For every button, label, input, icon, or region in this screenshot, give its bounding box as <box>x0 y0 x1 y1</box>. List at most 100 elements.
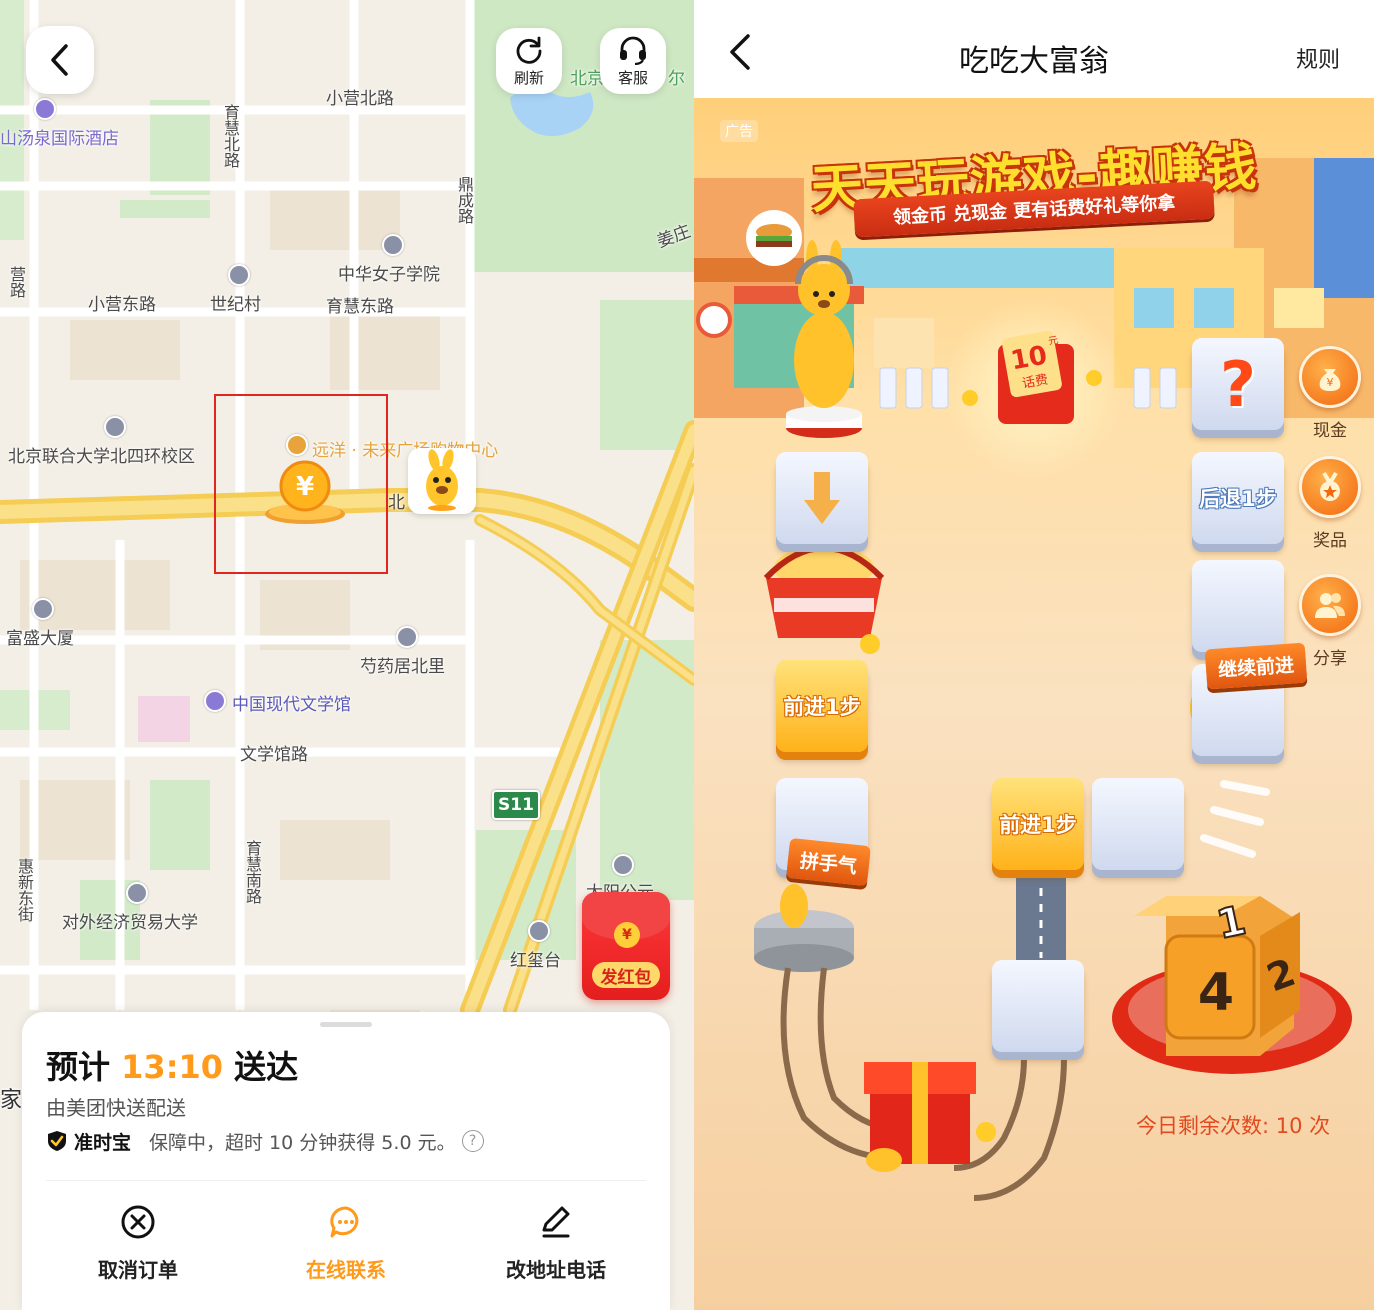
residential-poi-icon[interactable] <box>396 626 418 648</box>
order-status-sheet: 预计 13:10 送达 由美团快送配送 准时宝 保障中，超时 10 分钟获得 5… <box>22 1012 670 1310</box>
chat-bubble-icon <box>330 1206 359 1238</box>
map-label-xiaoying-east-road: 小营东路 <box>88 295 156 315</box>
edit-address-phone-label: 改地址电话 <box>506 1258 606 1282</box>
arrow-down-icon <box>804 472 840 524</box>
prize-amount: 10 <box>1009 341 1050 377</box>
yuan-icon: ¥ <box>614 922 640 948</box>
users-icon <box>1315 593 1345 618</box>
map-label-shijicun[interactable]: 世纪村 <box>210 290 261 315</box>
close-circle-icon <box>121 1205 155 1239</box>
headset-icon <box>620 36 646 65</box>
map-label-dingcheng-road: 鼎成路 <box>455 176 474 224</box>
map-label-yuhui-south-road: 育慧南路 <box>243 840 262 904</box>
refresh-icon <box>516 36 542 64</box>
museum-poi-icon[interactable] <box>204 690 226 712</box>
prize-label: 奖品 <box>1313 531 1347 551</box>
tile-question: ? <box>1192 338 1284 430</box>
forward-step-label: 前进1步 <box>999 813 1077 837</box>
on-time-guarantee: 准时宝 保障中，超时 10 分钟获得 5.0 元。 ? <box>46 1126 484 1156</box>
send-red-packet-button[interactable]: ¥ 发红包 <box>582 892 670 1000</box>
map-label-uibe[interactable]: 对外经济贸易大学 <box>62 908 198 933</box>
coin-symbol: ¥ <box>296 472 314 502</box>
tile-back-step: 后退1步 <box>1192 452 1284 544</box>
university-poi-icon[interactable] <box>104 416 126 438</box>
residential-poi-icon[interactable] <box>228 264 250 286</box>
map-label-literature-museum[interactable]: 中国现代文学馆 <box>232 690 351 715</box>
eta-time: 13:10 <box>121 1048 224 1086</box>
ad-tag: 广告 <box>720 120 758 142</box>
map-screen: 小营北路 育慧北路 山汤泉国际酒店 鼎成路 姜庄 中华女子学院 营路 小营东路 … <box>0 0 694 1310</box>
pencil-icon <box>542 1206 570 1238</box>
forward-step-label: 前进1步 <box>783 695 861 719</box>
guarantee-description: 保障中，超时 10 分钟获得 5.0 元。 <box>149 1131 456 1154</box>
map-label-xiaoying-north-road: 小营北路 <box>326 89 394 109</box>
s11-highway-shield: S11 <box>492 790 540 820</box>
map-label-beijing-fragment: 北京 <box>570 69 604 89</box>
online-contact-button[interactable]: 在线联系 <box>256 1202 436 1283</box>
game-screen: 吃吃大富翁 规则 10 元 话费 4 1 2 广告 天天玩游戏-趣赚钱 领金币 … <box>694 0 1374 1310</box>
prize-button[interactable]: 奖品 <box>1298 456 1362 551</box>
tile-empty <box>992 960 1084 1052</box>
cash-button[interactable]: ¥ 现金 <box>1298 346 1362 441</box>
school-poi-icon[interactable] <box>382 234 404 256</box>
back-step-label: 后退1步 <box>1199 487 1277 511</box>
refresh-button[interactable]: 刷新 <box>496 28 562 94</box>
customer-service-button[interactable]: 客服 <box>600 28 666 94</box>
map-label-yuhui-east-road: 育慧东路 <box>326 297 394 317</box>
map-label-hongxitai[interactable]: 红玺台 <box>510 946 561 971</box>
building-poi-icon[interactable] <box>32 598 54 620</box>
residential-poi-icon[interactable] <box>528 920 550 942</box>
cash-label: 现金 <box>1313 421 1347 441</box>
question-mark-icon: ? <box>1220 347 1256 421</box>
hotel-poi-icon[interactable] <box>34 98 56 120</box>
prize-unit: 元 <box>1048 335 1060 348</box>
refresh-label: 刷新 <box>513 68 544 87</box>
map-label-road-fragment: 营路 <box>7 266 26 298</box>
tile-empty <box>1092 778 1184 870</box>
map-label-hotel[interactable]: 山汤泉国际酒店 <box>0 124 119 149</box>
map-label-er-fragment: 尔 <box>668 69 685 89</box>
sheet-drag-handle[interactable] <box>320 1022 372 1027</box>
map-label-fusheng-building[interactable]: 富盛大厦 <box>6 624 74 649</box>
map-label-shaoyaoju[interactable]: 芍药居北里 <box>360 652 445 677</box>
map-label-lianhe-university[interactable]: 北京联合大学北四环校区 <box>8 442 195 467</box>
chevron-left-icon <box>51 44 68 76</box>
cancel-order-button[interactable]: 取消订单 <box>48 1202 228 1283</box>
rider-marker[interactable] <box>408 448 476 514</box>
continue-forward-sign: 继续前进 <box>1204 642 1308 690</box>
medal-icon <box>1320 471 1340 501</box>
eta-suffix: 送达 <box>234 1048 299 1086</box>
page-title: 吃吃大富翁 <box>959 44 1109 79</box>
guarantee-brand: 准时宝 <box>74 1131 132 1154</box>
dice-front-number: 4 <box>1198 963 1234 1023</box>
kangaroo-mascot-icon <box>426 449 458 511</box>
share-label: 分享 <box>1313 649 1347 669</box>
edit-address-phone-button[interactable]: 改地址电话 <box>466 1202 646 1283</box>
game-nav-bar: 吃吃大富翁 规则 <box>694 0 1374 98</box>
game-board: 10 元 话费 4 1 2 广告 天天玩游戏-趣赚钱 领金币 兑现金 更有话费好… <box>694 98 1374 1310</box>
map-label-north-fragment: 北 <box>388 493 405 513</box>
money-bag-icon: ¥ <box>1319 369 1341 391</box>
remaining-attempts: 今日剩余次数: 10 次 <box>1136 1114 1331 1138</box>
share-button[interactable]: 分享 <box>1298 574 1362 669</box>
tile-empty <box>1192 560 1284 652</box>
coin-marker-icon[interactable]: ¥ <box>262 460 348 526</box>
map-label-huixin-east-street: 惠新东街 <box>15 858 34 922</box>
tile-arrow-down <box>776 452 868 544</box>
shield-check-icon <box>48 1131 66 1151</box>
map-label-zhonghua-womens-college[interactable]: 中华女子学院 <box>338 260 440 285</box>
carrier-text: 由美团快送配送 <box>46 1096 186 1120</box>
map-label-jia-fragment: 家 <box>0 1088 23 1113</box>
map-label-yuhui-north-road: 育慧北路 <box>221 104 240 168</box>
residential-poi-icon[interactable] <box>612 854 634 876</box>
mystery-basket-icon <box>763 545 885 654</box>
try-luck-sign: 拼手气 <box>786 837 871 887</box>
tile-forward-step: 前进1步 <box>776 660 868 752</box>
cancel-order-label: 取消订单 <box>98 1258 178 1282</box>
back-button[interactable] <box>26 26 94 94</box>
customer-service-label: 客服 <box>617 68 648 87</box>
help-icon[interactable]: ? <box>461 1130 484 1152</box>
tile-forward-step: 前进1步 <box>992 778 1084 870</box>
rules-link[interactable]: 规则 <box>1296 42 1340 74</box>
university-poi-icon[interactable] <box>126 882 148 904</box>
